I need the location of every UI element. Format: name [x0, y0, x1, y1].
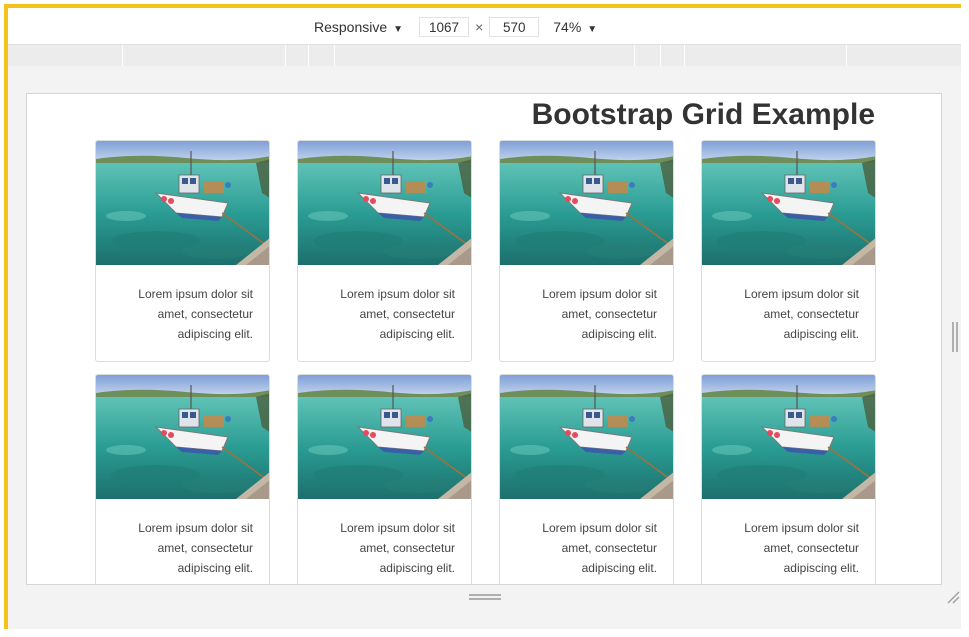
card: Lorem ipsum dolor sit amet, consectetur …: [297, 374, 472, 584]
card-text: Lorem ipsum dolor sit amet, consectetur …: [340, 521, 455, 575]
card: Lorem ipsum dolor sit amet, consectetur …: [701, 140, 876, 362]
resize-handle-bottom[interactable]: [469, 594, 501, 600]
boat-image: [500, 141, 673, 265]
device-label: Responsive: [314, 19, 388, 35]
caret-down-icon: ▼: [393, 24, 404, 35]
card: Lorem ipsum dolor sit amet, consectetur …: [95, 140, 270, 362]
card: Lorem ipsum dolor sit amet, consectetur …: [701, 374, 876, 584]
caret-down-icon: ▼: [587, 24, 598, 35]
boat-image: [298, 375, 471, 499]
card-text: Lorem ipsum dolor sit amet, consectetur …: [542, 521, 657, 575]
card: Lorem ipsum dolor sit amet, consectetur …: [95, 374, 270, 584]
boat-image: [500, 375, 673, 499]
zoom-selector[interactable]: 74% ▼: [553, 19, 597, 35]
boat-image: [298, 141, 471, 265]
card-text: Lorem ipsum dolor sit amet, consectetur …: [744, 521, 859, 575]
card-text: Lorem ipsum dolor sit amet, consectetur …: [340, 287, 455, 341]
dimension-separator: ×: [475, 19, 484, 35]
card-text: Lorem ipsum dolor sit amet, consectetur …: [744, 287, 859, 341]
zoom-label: 74%: [553, 19, 582, 35]
height-input[interactable]: [489, 17, 540, 37]
boat-image: [96, 141, 269, 265]
device-selector[interactable]: Responsive ▼: [314, 19, 403, 35]
card-text: Lorem ipsum dolor sit amet, consectetur …: [138, 287, 253, 341]
boat-image: [702, 141, 875, 265]
card: Lorem ipsum dolor sit amet, consectetur …: [297, 140, 472, 362]
page-viewport: Bootstrap Grid Example Lorem ipsum dolor…: [26, 93, 942, 585]
device-toolbar: Responsive ▼ × 74% ▼: [8, 8, 961, 44]
width-input[interactable]: [419, 17, 470, 37]
boat-image: [702, 375, 875, 499]
media-query-bar[interactable]: [8, 44, 961, 67]
card: Lorem ipsum dolor sit amet, consectetur …: [499, 140, 674, 362]
card: Lorem ipsum dolor sit amet, consectetur …: [499, 374, 674, 584]
boat-image: [96, 375, 269, 499]
card-text: Lorem ipsum dolor sit amet, consectetur …: [542, 287, 657, 341]
card-text: Lorem ipsum dolor sit amet, consectetur …: [138, 521, 253, 575]
resize-corner-icon[interactable]: [946, 590, 960, 604]
page-title: Bootstrap Grid Example: [531, 98, 875, 131]
resize-handle-right[interactable]: [952, 322, 958, 352]
